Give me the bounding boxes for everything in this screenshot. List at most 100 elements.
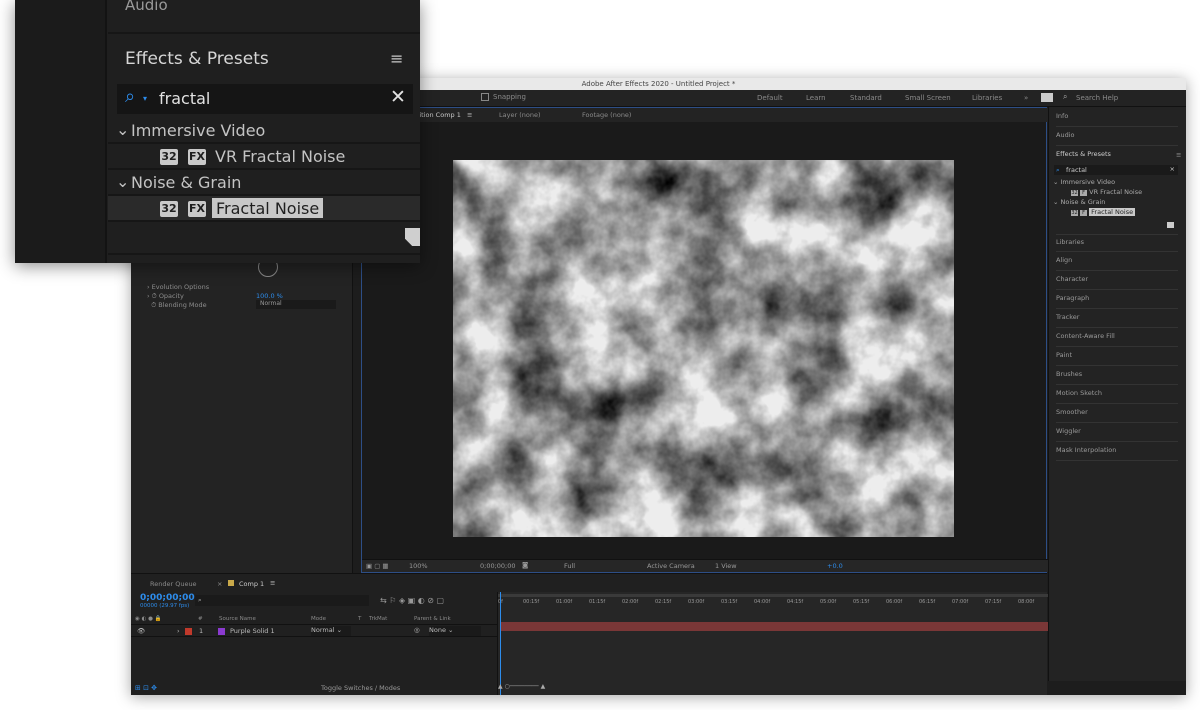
- panel-motion-sketch[interactable]: Motion Sketch: [1056, 386, 1178, 404]
- group-noise-grain[interactable]: ⌄ Noise & Grain: [108, 170, 420, 196]
- expand-layer-icon[interactable]: ›: [177, 627, 180, 635]
- col-source-name[interactable]: Source Name: [219, 616, 256, 622]
- col-parent: Parent & Link: [414, 616, 451, 622]
- panel-audio[interactable]: Audio: [1056, 128, 1178, 146]
- list-item[interactable]: 32 FX Fractal Noise: [108, 196, 420, 222]
- tab-menu-icon[interactable]: ≡: [467, 111, 472, 119]
- new-folder-icon[interactable]: [1167, 222, 1174, 228]
- evolution-options-row[interactable]: › Evolution Options: [147, 283, 209, 291]
- workspace-standard[interactable]: Standard: [850, 94, 882, 102]
- effects-search-value: fractal: [1066, 166, 1087, 174]
- workspace-learn[interactable]: Learn: [806, 94, 826, 102]
- timeline-timecode[interactable]: 0;00;00;00: [140, 593, 195, 603]
- layer-search-icon: ⌕: [198, 596, 202, 604]
- effects-search-field[interactable]: ⌕ fractal ×: [1054, 165, 1178, 175]
- group-noise-grain[interactable]: ⌄ Noise & Grain: [1053, 198, 1105, 206]
- layer-search-input[interactable]: ⌕: [195, 595, 369, 606]
- search-value: fractal: [159, 89, 211, 108]
- effects-panel-menu-icon[interactable]: ≡: [1176, 151, 1181, 159]
- snapshot-icon[interactable]: ◙: [522, 561, 528, 569]
- panel-brushes[interactable]: Brushes: [1056, 367, 1178, 385]
- panel-align[interactable]: Align: [1056, 253, 1178, 271]
- tab-layer[interactable]: Layer (none): [499, 111, 540, 119]
- bpc32-icon: 32: [160, 201, 178, 217]
- timeline-menu-icon[interactable]: ≡: [270, 579, 275, 587]
- col-trkmat: TrkMat: [369, 616, 388, 622]
- parent-select[interactable]: None ⌄: [429, 626, 481, 636]
- search-help-input[interactable]: Search Help: [1076, 94, 1118, 102]
- effect-fractal-noise-label: Fractal Noise: [212, 198, 324, 218]
- effect-vr-fractal-noise[interactable]: 32 F VR Fractal Noise: [1071, 188, 1142, 196]
- workspace-small-screen[interactable]: Small Screen: [905, 94, 951, 102]
- list-item[interactable]: 32 FX VR Fractal Noise: [108, 144, 420, 170]
- resolution-select[interactable]: Full: [564, 562, 575, 570]
- magnification-select[interactable]: 100%: [409, 562, 428, 570]
- viewer-footer: ▣ ▢ ▦ 100% 0;00;00;00 ◙ Full Active Came…: [362, 559, 1048, 572]
- panel-content-aware-fill[interactable]: Content-Aware Fill: [1056, 329, 1178, 347]
- search-options-chevron-icon[interactable]: ▾: [143, 94, 147, 103]
- layer-index: 1: [199, 627, 204, 635]
- panel-libraries[interactable]: Libraries: [1056, 234, 1178, 252]
- ruler-tick: 02:15f: [655, 599, 672, 605]
- fractal-noise-canvas[interactable]: [453, 160, 954, 537]
- panel-effects-presets-title[interactable]: Effects & Presets: [1056, 147, 1178, 165]
- visibility-icon[interactable]: 👁: [137, 627, 145, 635]
- layer-mode-select[interactable]: Normal ⌄: [311, 626, 351, 636]
- ruler-tick: 03:15f: [721, 599, 738, 605]
- close-tab-icon[interactable]: ×: [217, 580, 222, 588]
- label-color-swatch[interactable]: [185, 628, 192, 635]
- workspace-more[interactable]: »: [1024, 94, 1028, 102]
- new-preset-folder-icon[interactable]: [405, 228, 420, 246]
- current-time-indicator[interactable]: [500, 592, 501, 695]
- col-track: T: [358, 616, 362, 622]
- tab-comp-1[interactable]: Comp 1: [239, 580, 264, 588]
- panel-paragraph[interactable]: Paragraph: [1056, 291, 1178, 309]
- workspace-default[interactable]: Default: [757, 94, 783, 102]
- toggle-switches-modes[interactable]: Toggle Switches / Modes: [321, 684, 400, 692]
- camera-select[interactable]: Active Camera: [647, 562, 695, 570]
- panel-paint[interactable]: Paint: [1056, 348, 1178, 366]
- panel-wiggler[interactable]: Wiggler: [1056, 424, 1178, 442]
- viewer-timecode[interactable]: 0;00;00;00: [480, 562, 516, 570]
- timeline-bottom-icons[interactable]: ⊞ ⊡ ✥: [135, 684, 157, 692]
- zoom-left-strip: [15, 0, 107, 263]
- tab-footage[interactable]: Footage (none): [582, 111, 631, 119]
- blending-mode-select[interactable]: Normal: [256, 300, 336, 309]
- table-row[interactable]: 👁 › 1 Purple Solid 1 Normal ⌄ ◎ None ⌄: [131, 626, 497, 637]
- ruler-tick: 05:00f: [820, 599, 837, 605]
- pickwhip-icon[interactable]: ◎: [414, 626, 420, 634]
- views-select[interactable]: 1 View: [715, 562, 737, 570]
- group-immersive-video[interactable]: ⌄ Immersive Video: [1053, 178, 1115, 186]
- ruler-tick: 06:00f: [886, 599, 903, 605]
- panel-toggle-icon[interactable]: [1041, 93, 1053, 102]
- time-graph[interactable]: 0f 00:15f 01:00f 01:15f 02:00f 02:15f 03…: [497, 592, 1048, 695]
- time-ruler[interactable]: 0f 00:15f 01:00f 01:15f 02:00f 02:15f 03…: [498, 597, 1048, 609]
- snapping-checkbox[interactable]: [481, 93, 489, 101]
- panel-smoother[interactable]: Smoother: [1056, 405, 1178, 423]
- timeline-switch-icons[interactable]: ⇆ ⚐ ◈ ▣ ◐ ⊘ ▢: [380, 596, 444, 605]
- group-immersive-video[interactable]: ⌄ Immersive Video: [108, 118, 420, 144]
- audio-panel-label: Audio: [125, 0, 168, 14]
- effect-fractal-noise[interactable]: 32 F Fractal Noise: [1071, 208, 1136, 216]
- right-panels: Info Audio Effects & Presets ≡ ⌕ fractal…: [1048, 107, 1186, 681]
- zoom-slider[interactable]: ▲ ○──────── ▲: [498, 683, 545, 690]
- effects-search-input[interactable]: ⌕ ▾ fractal ✕: [117, 84, 413, 114]
- panel-menu-icon[interactable]: ≡: [390, 49, 403, 68]
- panel-mask-interpolation[interactable]: Mask Interpolation: [1056, 443, 1178, 461]
- panel-info[interactable]: Info: [1056, 109, 1178, 127]
- layer-name[interactable]: Purple Solid 1: [230, 627, 275, 635]
- viewer-tools-icon[interactable]: ▣ ▢ ▦: [366, 562, 389, 570]
- audio-panel-row[interactable]: Audio: [108, 0, 420, 34]
- panel-tracker[interactable]: Tracker: [1056, 310, 1178, 328]
- fractal-noise-image: [453, 160, 954, 537]
- clear-search-icon[interactable]: ✕: [390, 86, 406, 108]
- tab-render-queue[interactable]: Render Queue: [150, 580, 197, 588]
- opacity-value[interactable]: 100.0 %: [256, 292, 283, 300]
- blending-mode-value: Normal: [260, 300, 282, 307]
- clear-search-icon[interactable]: ×: [1170, 165, 1175, 173]
- exposure-value[interactable]: +0.0: [827, 562, 843, 570]
- layer-duration-bar[interactable]: [500, 622, 1048, 631]
- workspace-libraries[interactable]: Libraries: [972, 94, 1002, 102]
- panel-character[interactable]: Character: [1056, 272, 1178, 290]
- search-icon[interactable]: ⌕: [1063, 92, 1067, 102]
